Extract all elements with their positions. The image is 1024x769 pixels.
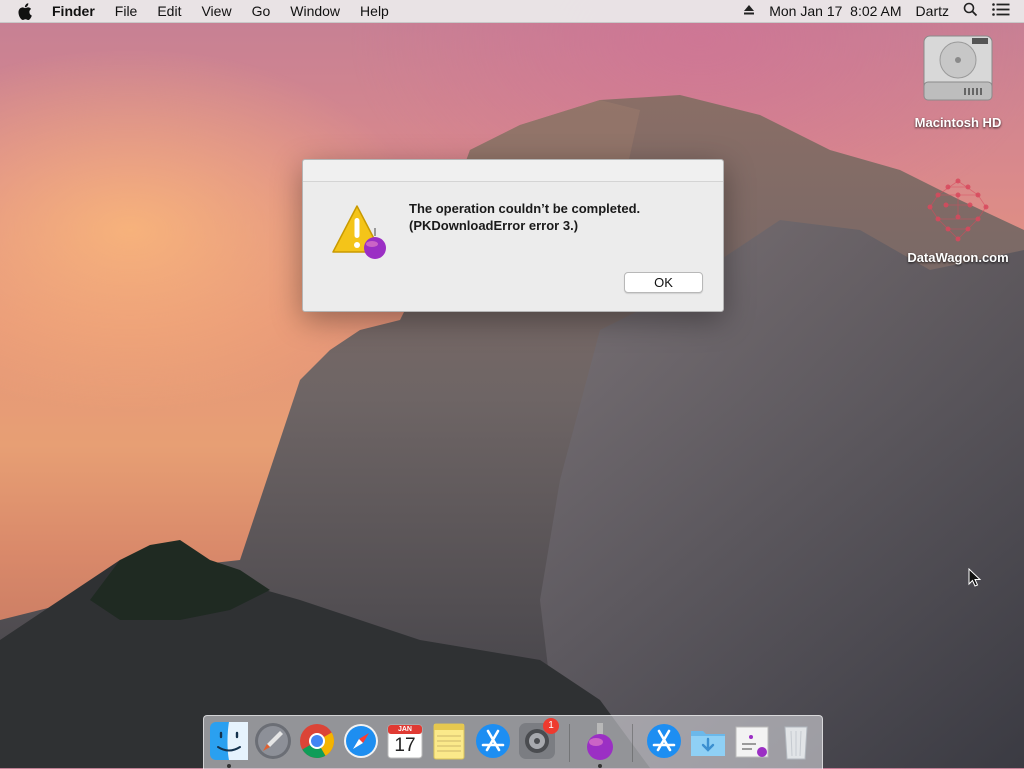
launchpad-icon: [253, 723, 293, 765]
eject-icon[interactable]: [743, 3, 755, 19]
dock-calendar[interactable]: JAN 17: [385, 721, 425, 761]
installer-package-icon: [732, 726, 772, 765]
dock-app-store[interactable]: [473, 721, 513, 761]
dock-launchpad[interactable]: [253, 721, 293, 761]
chrome-icon: [297, 724, 337, 765]
installer-icon: [580, 723, 620, 765]
dock: JAN 17 1: [203, 715, 823, 769]
desktop-icon-datawagon[interactable]: DataWagon.com: [903, 175, 1013, 265]
error-alert-dialog: The operation couldn’t be completed. (PK…: [302, 159, 724, 312]
running-indicator: [227, 764, 231, 768]
menubar-user[interactable]: Dartz: [916, 3, 949, 19]
alert-titlebar[interactable]: [303, 160, 723, 182]
calendar-day: 17: [394, 735, 416, 756]
dock-chrome[interactable]: [297, 721, 337, 761]
menu-go[interactable]: Go: [242, 0, 281, 22]
notification-badge: 1: [543, 718, 559, 734]
dock-separator: [632, 724, 633, 762]
calendar-month: JAN: [397, 726, 412, 733]
menu-window[interactable]: Window: [280, 0, 350, 22]
spotlight-search-icon[interactable]: [963, 2, 978, 20]
dock-installer[interactable]: [580, 721, 620, 761]
dock-applications-folder[interactable]: [644, 721, 684, 761]
menu-view[interactable]: View: [191, 0, 241, 22]
ok-button[interactable]: OK: [624, 272, 703, 293]
menu-app-name[interactable]: Finder: [52, 0, 105, 22]
dock-trash[interactable]: [776, 721, 816, 761]
dock-system-preferences[interactable]: 1: [517, 718, 559, 761]
notification-center-icon[interactable]: [992, 3, 1010, 19]
desktop-icon-label: Macintosh HD: [914, 115, 1002, 130]
menu-file[interactable]: File: [105, 0, 148, 22]
dock-installer-package[interactable]: [732, 721, 772, 761]
hard-drive-icon: [920, 35, 996, 114]
dock-separator: [569, 724, 570, 762]
dock-safari[interactable]: [341, 721, 381, 761]
system-preferences-icon: [517, 723, 557, 765]
desktop-icon-label: DataWagon.com: [907, 250, 1009, 265]
alert-message: The operation couldn’t be completed. (PK…: [409, 200, 640, 234]
app-store-icon: [473, 724, 513, 765]
menu-help[interactable]: Help: [350, 0, 399, 22]
trash-icon: [776, 726, 816, 765]
menubar-clock[interactable]: Mon Jan 17 8:02 AM: [769, 3, 901, 19]
desktop-wallpaper: [0, 95, 1024, 768]
dock-downloads-folder[interactable]: [688, 721, 728, 761]
mouse-cursor-icon: [968, 567, 982, 593]
warning-icon: [329, 202, 391, 264]
safari-icon: [341, 724, 381, 765]
notes-icon: [429, 723, 469, 765]
applications-folder-icon: [644, 724, 684, 765]
downloads-folder-icon: [688, 731, 728, 765]
menu-edit[interactable]: Edit: [147, 0, 191, 22]
desktop-icon-macintosh-hd[interactable]: Macintosh HD: [903, 30, 1013, 130]
dock-finder[interactable]: [209, 721, 249, 761]
apple-menu-icon[interactable]: [18, 2, 38, 20]
alert-message-line2: (PKDownloadError error 3.): [409, 218, 579, 233]
alert-message-line1: The operation couldn’t be completed.: [409, 201, 641, 216]
menu-bar: Finder File Edit View Go Window Help Mon…: [0, 0, 1024, 23]
finder-icon: [209, 722, 249, 765]
running-indicator: [598, 764, 602, 768]
dock-notes[interactable]: [429, 721, 469, 761]
